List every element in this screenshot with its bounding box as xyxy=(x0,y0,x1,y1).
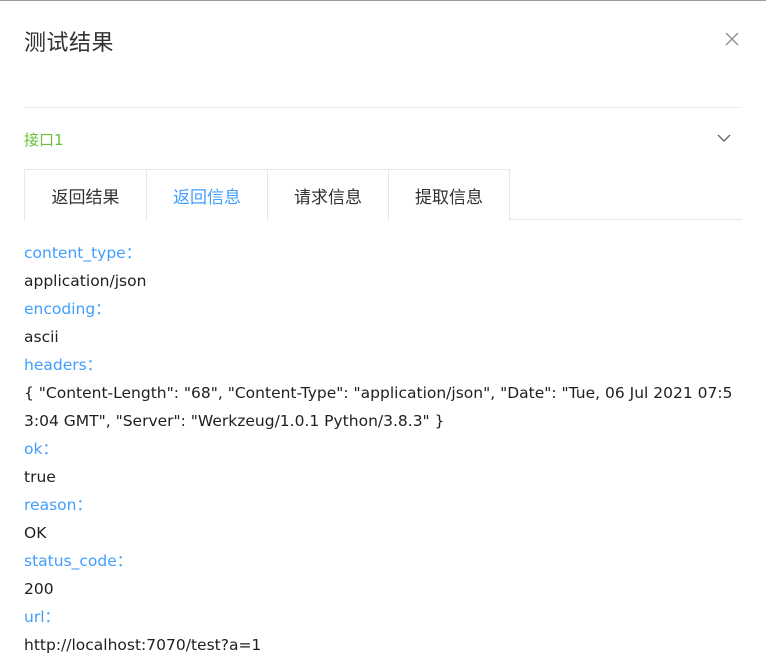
tab-request-info[interactable]: 请求信息 xyxy=(267,170,388,220)
info-value-encoding: ascii xyxy=(24,328,59,346)
info-value-headers: { "Content-Length": "68", "Content-Type"… xyxy=(24,384,733,430)
info-key-status-code: status_code： xyxy=(24,552,133,570)
tab-extract-info[interactable]: 提取信息 xyxy=(388,170,509,220)
tab-list: 返回结果 返回信息 请求信息 提取信息 xyxy=(24,169,510,221)
tabs: 返回结果 返回信息 请求信息 提取信息 xyxy=(24,169,742,221)
close-icon[interactable] xyxy=(722,29,742,49)
collapse-item-header[interactable]: 接口1 xyxy=(24,119,742,157)
info-value-url: http://localhost:7070/test?a=1 xyxy=(24,636,262,654)
info-value-reason: OK xyxy=(24,524,47,542)
response-info-panel: content_type： application/json encoding：… xyxy=(24,239,742,659)
collapse-item-title: 接口1 xyxy=(24,131,64,149)
info-value-status-code: 200 xyxy=(24,580,54,598)
info-value-ok: true xyxy=(24,468,56,486)
info-key-encoding: encoding： xyxy=(24,300,111,318)
test-result-dialog: 测试结果 接口1 返回结果 返回信息 请求信息 提取信息 content_typ… xyxy=(0,0,766,668)
chevron-down-icon xyxy=(716,130,732,146)
info-key-headers: headers： xyxy=(24,356,103,374)
dialog-title: 测试结果 xyxy=(24,31,115,56)
info-key-content-type: content_type： xyxy=(24,244,142,262)
tab-return-result[interactable]: 返回结果 xyxy=(25,170,146,220)
tab-return-info[interactable]: 返回信息 xyxy=(146,170,267,221)
info-key-reason: reason： xyxy=(24,496,92,514)
info-value-content-type: application/json xyxy=(24,272,147,290)
info-key-ok: ok： xyxy=(24,440,58,458)
info-key-url: url： xyxy=(24,608,61,626)
header-divider xyxy=(24,107,742,108)
